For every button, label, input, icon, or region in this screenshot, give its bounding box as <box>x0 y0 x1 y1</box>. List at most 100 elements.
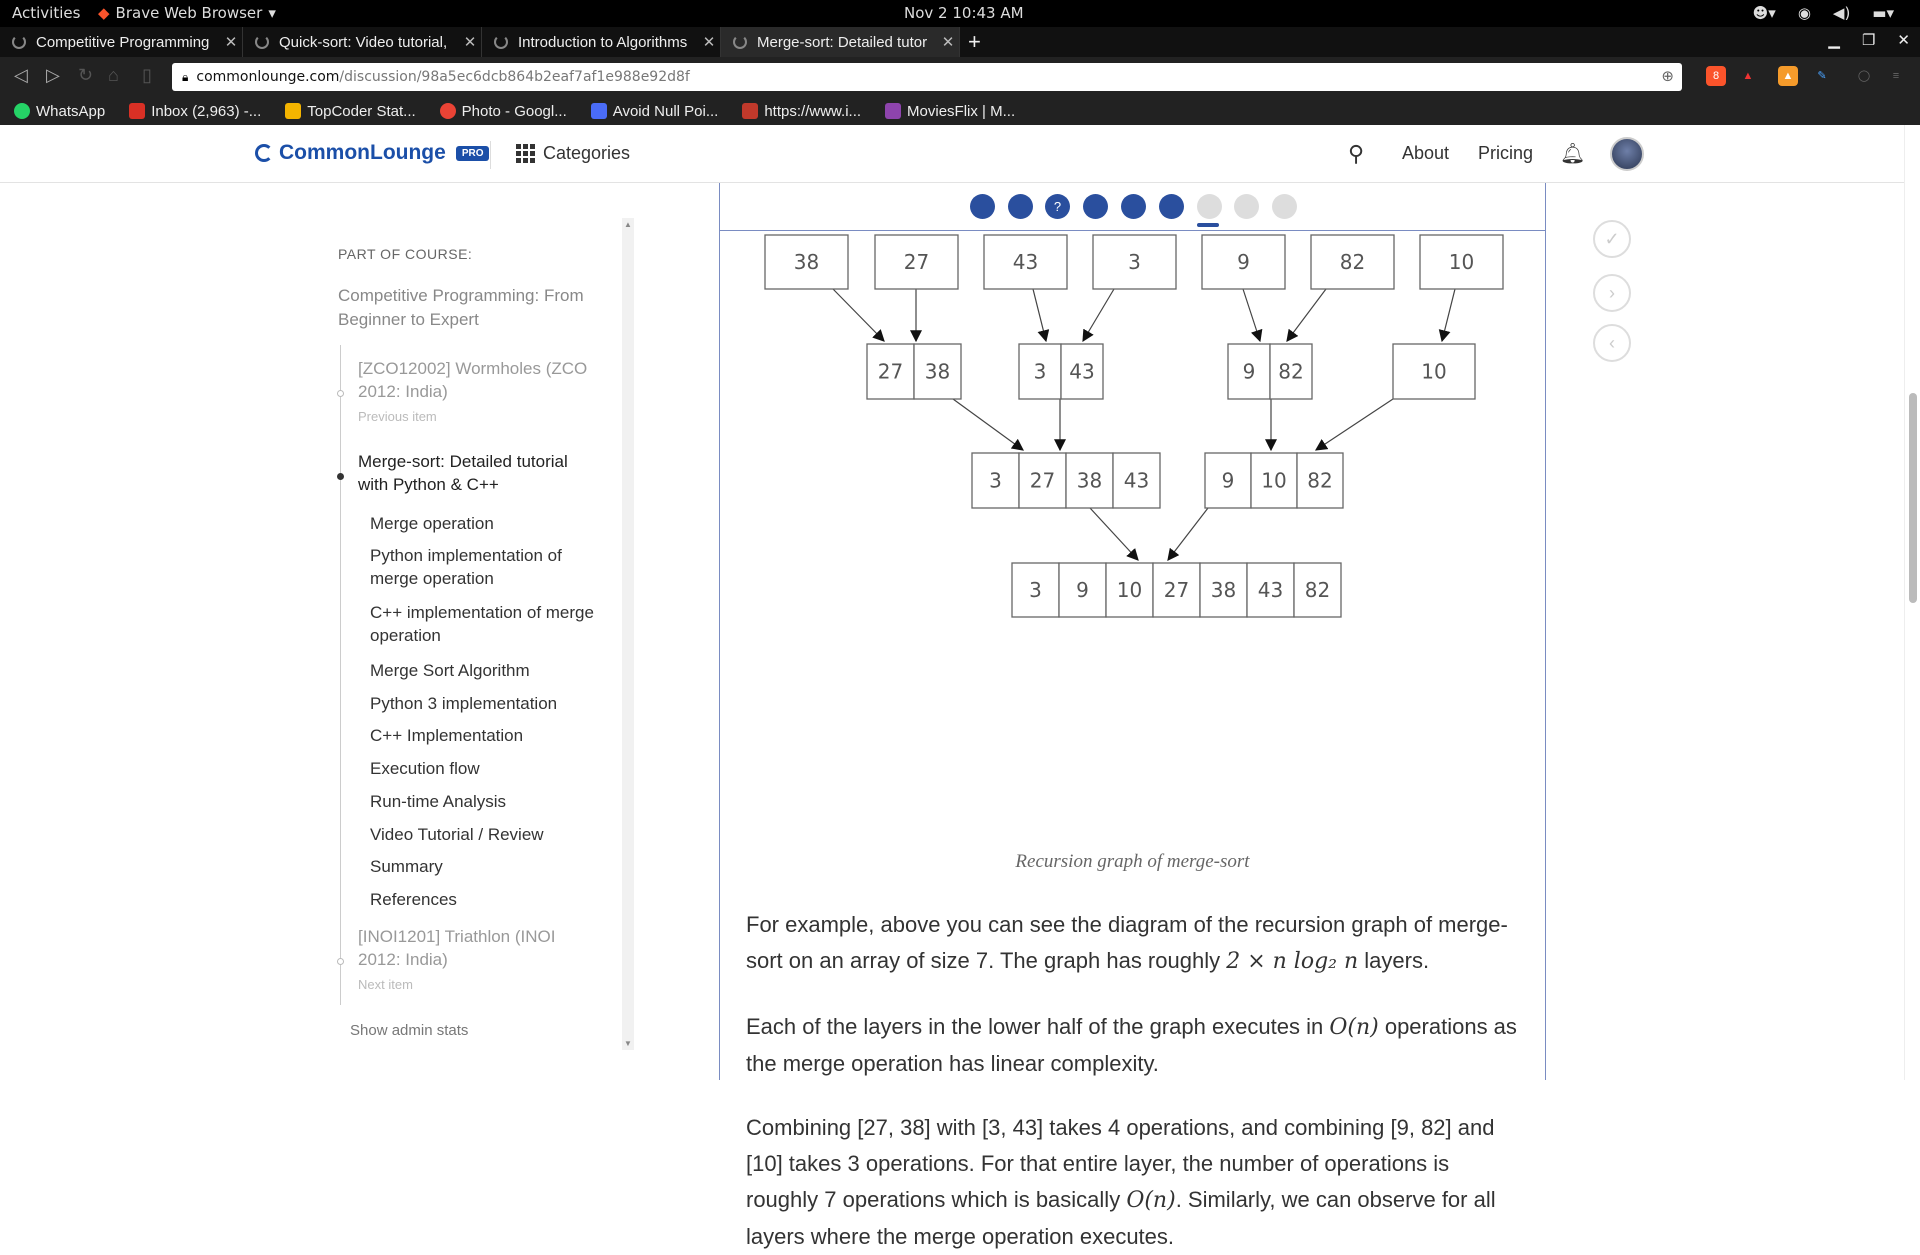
progress-step-7-current[interactable] <box>1197 194 1222 219</box>
section-merge-operation[interactable]: Merge operation <box>370 512 610 535</box>
menu-icon[interactable]: ≡ <box>1886 66 1906 86</box>
new-tab-button[interactable]: + <box>968 29 981 55</box>
progress-step-2[interactable] <box>1008 194 1033 219</box>
current-step-indicator <box>1197 223 1219 227</box>
show-admin-stats-link[interactable]: Show admin stats <box>350 1022 468 1039</box>
progress-step-9[interactable] <box>1272 194 1297 219</box>
close-icon[interactable]: ✕ <box>698 33 720 51</box>
progress-step-8[interactable] <box>1234 194 1259 219</box>
tab-quick-sort[interactable]: Quick-sort: Video tutorial, ✕ <box>243 27 482 57</box>
about-link[interactable]: About <box>1402 143 1449 164</box>
system-tray[interactable]: ☻▾ ◉ ◀) ▬▾ <box>1753 4 1894 22</box>
restore-icon[interactable]: ❐ <box>1862 31 1875 49</box>
pricing-link[interactable]: Pricing <box>1478 143 1533 164</box>
site-header: CommonLounge PRO Categories ⚲ About Pric… <box>0 125 1904 183</box>
section-video-tutorial[interactable]: Video Tutorial / Review <box>370 823 610 846</box>
bookmark-inbox[interactable]: Inbox (2,963) -... <box>129 103 261 120</box>
categories-label: Categories <box>543 143 631 163</box>
section-python3-impl[interactable]: Python 3 implementation <box>370 692 610 715</box>
minimize-icon[interactable]: ▁ <box>1828 31 1840 49</box>
progress-step-6[interactable] <box>1159 194 1184 219</box>
categories-menu[interactable]: Categories <box>516 143 630 164</box>
tab-introduction-to-algorithms[interactable]: Introduction to Algorithms ✕ <box>482 27 721 57</box>
progress-step-1[interactable] <box>970 194 995 219</box>
scrollbar-thumb[interactable] <box>1909 393 1917 603</box>
diagram-cell-value: 82 <box>1340 250 1365 274</box>
progress-step-3-quiz[interactable]: ? <box>1045 194 1070 219</box>
address-bar[interactable]: 🔒︎ commonlounge.com /discussion/98a5ec6d… <box>172 63 1682 91</box>
diagram-row4-node: 3 9 10 27 38 43 82 <box>1011 562 1342 618</box>
course-sidebar: PART OF COURSE: Competitive Programming:… <box>330 183 630 1080</box>
lock-icon: 🔒︎ <box>182 69 189 84</box>
section-cpp-merge[interactable]: C++ implementation of merge operation <box>370 601 610 647</box>
diagram-cell-value: 3 <box>989 469 1002 493</box>
progress-step-5[interactable] <box>1121 194 1146 219</box>
brave-rewards-icon[interactable]: ▲ <box>1738 66 1758 86</box>
clock[interactable]: Nov 2 10:43 AM <box>904 4 1024 22</box>
current-item[interactable]: Merge-sort: Detailed tutorial with Pytho… <box>358 450 598 496</box>
bookmark-topcoder[interactable]: TopCoder Stat... <box>285 103 416 120</box>
extension-icon[interactable]: ▲ <box>1778 66 1798 86</box>
diagram-cell-value: 38 <box>1077 469 1102 493</box>
zoom-icon[interactable]: ⊕ <box>1661 67 1674 85</box>
profile-icon[interactable]: ◯ <box>1854 66 1874 86</box>
tab-title: Merge-sort: Detailed tutor <box>757 33 928 51</box>
close-icon[interactable]: ✕ <box>220 33 242 51</box>
paragraph-3: Combining [27, 38] with [3, 43] takes 4 … <box>746 1110 1526 1255</box>
previous-button[interactable]: ‹ <box>1593 324 1631 362</box>
mark-complete-button[interactable]: ✓ <box>1593 220 1631 258</box>
pen-extension-icon[interactable]: ✎ <box>1812 66 1832 86</box>
close-icon[interactable]: ✕ <box>459 33 481 51</box>
search-icon[interactable]: ⚲ <box>1348 141 1364 167</box>
bookmark-icon[interactable]: ▯ <box>142 65 152 86</box>
tab-merge-sort[interactable]: Merge-sort: Detailed tutor ✕ <box>721 27 960 57</box>
close-window-icon[interactable]: ✕ <box>1897 31 1910 49</box>
previous-item-link[interactable]: [ZCO12002] Wormholes (ZCO 2012: India) <box>358 357 618 403</box>
bookmark-moviesflix[interactable]: MoviesFlix | M... <box>885 103 1015 120</box>
scroll-up-icon[interactable]: ▲ <box>624 220 632 229</box>
scroll-down-icon[interactable]: ▼ <box>624 1039 632 1048</box>
section-merge-sort-algorithm[interactable]: Merge Sort Algorithm <box>370 659 610 682</box>
drive-icon <box>285 103 302 119</box>
diagram-arrow <box>1314 398 1394 451</box>
bookmark-https[interactable]: https://www.i... <box>742 103 861 120</box>
network-icon[interactable]: ◉ <box>1798 4 1811 22</box>
section-references[interactable]: References <box>370 888 610 911</box>
section-python-merge[interactable]: Python implementation of merge operation <box>370 544 610 590</box>
diagram-row3-node: 3 27 38 43 <box>971 452 1161 509</box>
bookmark-photo[interactable]: Photo - Googl... <box>439 103 567 120</box>
back-icon[interactable]: ◁ <box>14 65 28 86</box>
commonlounge-logo[interactable]: CommonLounge PRO <box>255 141 490 165</box>
bookmark-label: Inbox (2,963) -... <box>151 102 262 120</box>
moviesflix-icon <box>885 103 902 119</box>
section-run-time-analysis[interactable]: Run-time Analysis <box>370 790 610 813</box>
forward-icon[interactable]: ▷ <box>46 65 60 86</box>
diagram-row1-node: 43 <box>983 234 1068 290</box>
avatar[interactable] <box>1610 137 1644 171</box>
home-icon[interactable]: ⌂ <box>108 65 119 86</box>
next-item-link[interactable]: [INOI1201] Triathlon (INOI 2012: India) <box>358 925 588 971</box>
bookmark-avoid-null[interactable]: Avoid Null Poi... <box>590 103 718 120</box>
next-button[interactable]: › <box>1593 274 1631 312</box>
diagram-row1-node: 10 <box>1419 234 1504 290</box>
bell-icon[interactable]: 🔔︎ <box>1560 141 1585 166</box>
section-cpp-impl[interactable]: C++ Implementation <box>370 724 610 747</box>
battery-icon[interactable]: ▬▾ <box>1872 4 1894 22</box>
tab-competitive-programming[interactable]: Competitive Programming ✕ <box>0 27 243 57</box>
section-execution-flow[interactable]: Execution flow <box>370 757 610 780</box>
section-summary[interactable]: Summary <box>370 855 610 878</box>
diagram-cell-value: 43 <box>1258 578 1283 602</box>
activities-button[interactable]: Activities <box>12 4 80 22</box>
bookmark-whatsapp[interactable]: WhatsApp <box>14 103 105 120</box>
accessibility-icon[interactable]: ☻▾ <box>1753 4 1776 22</box>
timeline-dot-current <box>337 473 344 480</box>
course-title-link[interactable]: Competitive Programming: From Beginner t… <box>338 284 628 332</box>
brave-shields-icon[interactable]: 8 <box>1706 66 1726 86</box>
close-icon[interactable]: ✕ <box>937 33 959 51</box>
app-menu[interactable]: ◆ Brave Web Browser ▾ <box>98 4 276 22</box>
reload-icon[interactable]: ↻ <box>78 65 93 86</box>
progress-step-4[interactable] <box>1083 194 1108 219</box>
page-scrollbar[interactable] <box>1904 125 1920 1080</box>
volume-icon[interactable]: ◀) <box>1833 4 1850 22</box>
sidebar-scrollbar[interactable]: ▲ ▼ <box>622 218 634 1050</box>
